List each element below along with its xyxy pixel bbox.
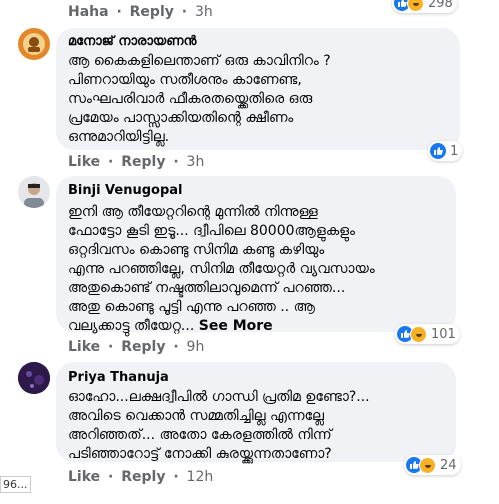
comment-actions: Like · Reply · 3h [68,154,205,170]
like-reaction-icon [430,143,446,159]
comment-text: ഓഹോ...ലക്ഷദ്വീപിൽ ഗാന്ധി പ്രതിമ ഉണ്ടോ?..… [68,389,370,462]
reaction-count: 1 [450,143,459,159]
like-link[interactable]: Like [68,339,100,355]
comment-time[interactable]: 12h [187,469,214,485]
comment-time[interactable]: 3h [187,154,205,170]
haha-reaction-icon [419,456,436,474]
comment-author[interactable]: മനോജ് നാരായണൻ [68,34,196,49]
comment-time[interactable]: 3h [195,4,213,20]
avatar[interactable] [18,176,50,208]
like-link[interactable]: Like [68,469,100,485]
like-link[interactable]: Like [68,154,100,170]
comment-actions: Like · Reply · 12h [68,469,214,485]
avatar[interactable] [18,362,50,394]
comment-author[interactable]: Binji Venugopal [68,183,183,198]
reaction-summary[interactable]: 101 [395,324,460,344]
reply-link[interactable]: Reply [121,469,165,485]
avatar-photo-icon [18,176,50,208]
top-comment-actions: Haha · Reply · 3h [68,4,213,20]
avatar-photo-icon [18,362,50,394]
avatar-logo-icon [18,28,50,60]
comment-author[interactable]: Priya Thanuja [68,370,169,385]
reaction-count: 101 [431,326,456,342]
comment-text: ആ കൈകളിലെന്താണ് ഒരു കാവിനിറം ? പിണറായിയു… [68,53,331,145]
left-edge-label: 96... [0,476,31,493]
haha-reaction-icon [407,0,424,12]
comment-time[interactable]: 9h [187,339,205,355]
reply-link[interactable]: Reply [121,339,165,355]
avatar[interactable] [18,28,50,60]
reaction-count: 298 [428,0,453,11]
reaction-summary[interactable]: 1 [428,141,463,161]
reaction-summary[interactable]: 24 [404,455,461,475]
comment-actions: Like · Reply · 9h [68,339,205,355]
haha-reaction-icon [410,325,427,343]
reply-link[interactable]: Reply [130,4,174,20]
comment-text: ഇനി ആ തീയേറ്ററിന്റെ മുന്നിൽ നിന്നുള്ള ഫോ… [68,204,375,334]
reaction-count: 24 [440,457,457,473]
reaction-summary[interactable]: 298 [392,0,457,13]
haha-link[interactable]: Haha [68,4,109,20]
see-more-link[interactable]: See More [199,318,273,334]
reply-link[interactable]: Reply [121,154,165,170]
